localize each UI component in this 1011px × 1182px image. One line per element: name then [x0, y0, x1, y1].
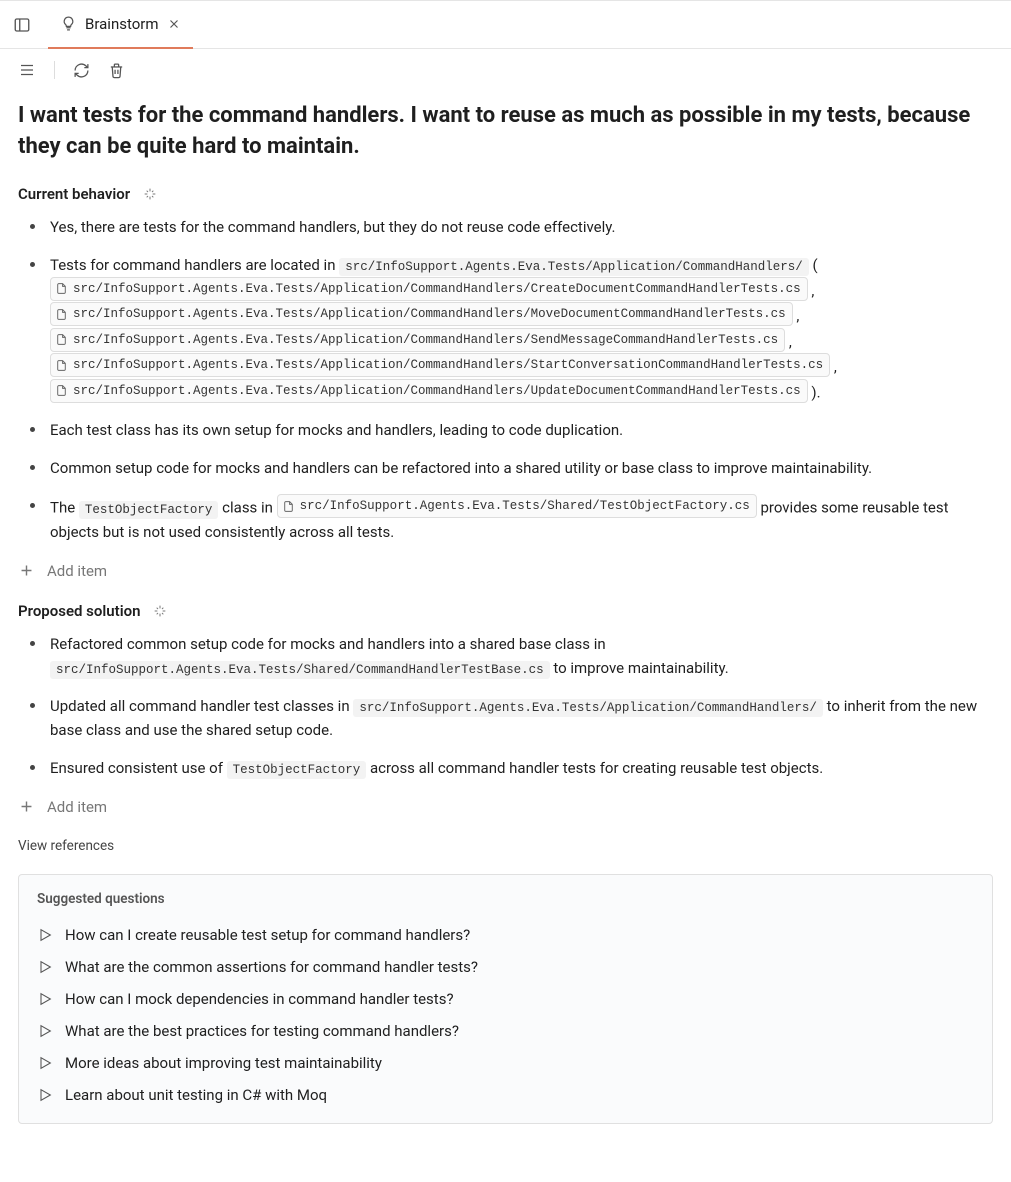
- item-text: class in: [222, 499, 277, 517]
- list-item: Refactored common setup code for mocks a…: [18, 632, 993, 680]
- suggestion-item[interactable]: How can I mock dependencies in command h…: [37, 983, 974, 1015]
- item-text: Tests for command handlers are located i…: [50, 256, 339, 274]
- file-chip[interactable]: src/InfoSupport.Agents.Eva.Tests/Applica…: [50, 328, 785, 352]
- section-title: Current behavior: [18, 185, 130, 203]
- add-item-label: Add item: [47, 562, 107, 580]
- file-path: src/InfoSupport.Agents.Eva.Tests/Applica…: [73, 330, 778, 350]
- item-text: across all command handler tests for cre…: [370, 759, 823, 777]
- file-icon: [282, 500, 295, 513]
- tab-brainstorm[interactable]: Brainstorm: [48, 1, 193, 49]
- suggestion-text: How can I mock dependencies in command h…: [65, 990, 454, 1008]
- lightbulb-icon: [60, 15, 77, 32]
- code-chip: TestObjectFactory: [79, 501, 219, 519]
- play-triangle-icon: [37, 959, 53, 975]
- current-behavior-list: Yes, there are tests for the command han…: [18, 215, 993, 544]
- suggestions-title: Suggested questions: [37, 891, 974, 907]
- item-text: Updated all command handler test classes…: [50, 697, 353, 715]
- open-paren: (: [813, 256, 818, 274]
- file-chip[interactable]: src/InfoSupport.Agents.Eva.Tests/Applica…: [50, 353, 830, 377]
- list-item: Ensured consistent use of TestObjectFact…: [18, 756, 993, 780]
- proposed-solution-list: Refactored common setup code for mocks a…: [18, 632, 993, 780]
- item-text: to improve maintainability.: [553, 659, 728, 677]
- suggested-questions: Suggested questions How can I create reu…: [18, 874, 993, 1124]
- play-triangle-icon: [37, 991, 53, 1007]
- section-current-behavior: Current behavior: [18, 185, 993, 203]
- play-triangle-icon: [37, 1055, 53, 1071]
- list-item: Updated all command handler test classes…: [18, 694, 993, 742]
- sparkle-icon[interactable]: [142, 186, 158, 202]
- separator: [54, 61, 55, 79]
- file-path: src/InfoSupport.Agents.Eva.Tests/Applica…: [73, 355, 823, 375]
- item-text: Ensured consistent use of: [50, 759, 227, 777]
- page-title: I want tests for the command handlers. I…: [18, 101, 993, 163]
- list-item: Each test class has its own setup for mo…: [18, 418, 993, 442]
- file-path: src/InfoSupport.Agents.Eva.Tests/Applica…: [73, 381, 801, 401]
- file-icon: [55, 308, 68, 321]
- close-icon[interactable]: [167, 17, 181, 31]
- suggestion-item[interactable]: What are the common assertions for comma…: [37, 951, 974, 983]
- suggestion-item[interactable]: Learn about unit testing in C# with Moq: [37, 1079, 974, 1111]
- file-icon: [55, 333, 68, 346]
- tab-title: Brainstorm: [85, 15, 159, 33]
- panel-layout-icon[interactable]: [12, 15, 32, 35]
- close-paren: ).: [811, 383, 820, 401]
- item-text: Common setup code for mocks and handlers…: [50, 459, 872, 477]
- sep: ,: [789, 332, 792, 350]
- list-item: Tests for command handlers are located i…: [18, 253, 993, 405]
- item-text: Each test class has its own setup for mo…: [50, 421, 623, 439]
- plus-icon: [18, 562, 35, 579]
- sep: ,: [811, 281, 814, 299]
- sep: ,: [796, 307, 799, 325]
- code-chip: TestObjectFactory: [227, 761, 367, 779]
- list-item: The TestObjectFactory class in src/InfoS…: [18, 494, 993, 544]
- file-path: src/InfoSupport.Agents.Eva.Tests/Applica…: [73, 279, 801, 299]
- tab-bar: Brainstorm: [0, 1, 1011, 49]
- code-chip: src/InfoSupport.Agents.Eva.Tests/Applica…: [353, 699, 823, 717]
- suggestion-item[interactable]: More ideas about improving test maintain…: [37, 1047, 974, 1079]
- file-icon: [55, 282, 68, 295]
- file-chip[interactable]: src/InfoSupport.Agents.Eva.Tests/Applica…: [50, 302, 793, 326]
- code-chip: src/InfoSupport.Agents.Eva.Tests/Shared/…: [50, 661, 550, 679]
- view-references-link[interactable]: View references: [18, 838, 993, 854]
- section-title: Proposed solution: [18, 602, 140, 620]
- suggestion-text: Learn about unit testing in C# with Moq: [65, 1086, 327, 1104]
- file-path: src/InfoSupport.Agents.Eva.Tests/Shared/…: [300, 496, 750, 516]
- file-icon: [55, 359, 68, 372]
- toolbar: [0, 49, 1011, 91]
- play-triangle-icon: [37, 927, 53, 943]
- suggestion-text: More ideas about improving test maintain…: [65, 1054, 382, 1072]
- play-triangle-icon: [37, 1023, 53, 1039]
- sep: ,: [834, 358, 837, 376]
- add-item-button[interactable]: Add item: [18, 794, 993, 838]
- item-text: Refactored common setup code for mocks a…: [50, 635, 606, 653]
- hamburger-icon[interactable]: [18, 61, 36, 79]
- add-item-button[interactable]: Add item: [18, 558, 993, 602]
- file-icon: [55, 384, 68, 397]
- suggestion-item[interactable]: How can I create reusable test setup for…: [37, 919, 974, 951]
- list-item: Yes, there are tests for the command han…: [18, 215, 993, 239]
- suggestion-text: How can I create reusable test setup for…: [65, 926, 470, 944]
- sparkle-icon[interactable]: [152, 603, 168, 619]
- refresh-icon[interactable]: [73, 62, 90, 79]
- file-chip[interactable]: src/InfoSupport.Agents.Eva.Tests/Applica…: [50, 379, 808, 403]
- file-path: src/InfoSupport.Agents.Eva.Tests/Applica…: [73, 304, 786, 324]
- list-item: Common setup code for mocks and handlers…: [18, 456, 993, 480]
- trash-icon[interactable]: [108, 62, 125, 79]
- item-text: Yes, there are tests for the command han…: [50, 218, 616, 236]
- path-chip: src/InfoSupport.Agents.Eva.Tests/Applica…: [339, 258, 809, 276]
- add-item-label: Add item: [47, 798, 107, 816]
- item-text: The: [50, 499, 79, 517]
- play-triangle-icon: [37, 1087, 53, 1103]
- suggestion-text: What are the best practices for testing …: [65, 1022, 459, 1040]
- section-proposed-solution: Proposed solution: [18, 602, 993, 620]
- plus-icon: [18, 798, 35, 815]
- suggestion-item[interactable]: What are the best practices for testing …: [37, 1015, 974, 1047]
- suggestion-text: What are the common assertions for comma…: [65, 958, 478, 976]
- file-chip[interactable]: src/InfoSupport.Agents.Eva.Tests/Applica…: [50, 277, 808, 301]
- file-chip[interactable]: src/InfoSupport.Agents.Eva.Tests/Shared/…: [277, 494, 757, 518]
